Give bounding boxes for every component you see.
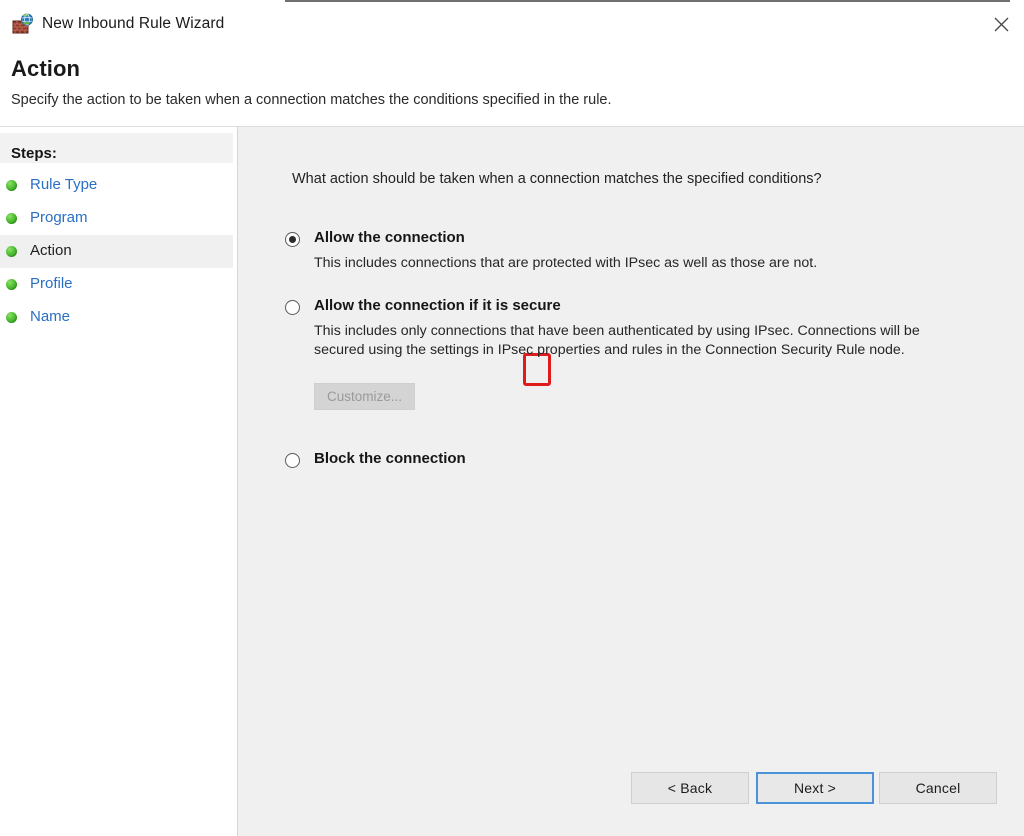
sidebar-item-name[interactable]: Name (0, 301, 233, 334)
title-bar: New Inbound Rule Wizard (0, 2, 1024, 46)
wizard-footer: < Back Next > Cancel (238, 772, 1024, 812)
steps-list: Rule Type Program Action Profile Name (0, 169, 237, 334)
radio-allow-if-secure[interactable] (285, 300, 300, 315)
page-subtitle: Specify the action to be taken when a co… (11, 92, 612, 108)
sidebar-item-label: Action (30, 242, 72, 259)
wizard-window: New Inbound Rule Wizard Action Specify t… (0, 0, 1024, 836)
sidebar-item-action[interactable]: Action (0, 235, 233, 268)
customize-button[interactable]: Customize... (314, 383, 415, 410)
option-title: Allow the connection if it is secure (314, 297, 561, 314)
page-title: Action (11, 56, 81, 81)
sidebar-item-label: Rule Type (30, 176, 98, 193)
steps-header: Steps: (0, 133, 233, 163)
firewall-globe-icon (12, 13, 34, 35)
back-button[interactable]: < Back (631, 772, 749, 804)
radio-block-the-connection[interactable] (285, 453, 300, 468)
step-bullet-icon (6, 312, 17, 323)
sidebar-item-program[interactable]: Program (0, 202, 233, 235)
steps-header-label: Steps: (11, 145, 57, 162)
page-header: Action Specify the action to be taken wh… (0, 46, 1024, 126)
step-bullet-icon (6, 180, 17, 191)
radio-allow-the-connection[interactable] (285, 232, 300, 247)
step-bullet-icon (6, 246, 17, 257)
sidebar-item-rule-type[interactable]: Rule Type (0, 169, 233, 202)
cancel-button[interactable]: Cancel (879, 772, 997, 804)
steps-sidebar: Steps: Rule Type Program Action Profile (0, 127, 237, 836)
action-prompt: What action should be taken when a conne… (292, 171, 822, 187)
close-button[interactable] (978, 2, 1024, 46)
sidebar-item-label: Program (30, 209, 88, 226)
main-content-pane: What action should be taken when a conne… (238, 127, 1024, 836)
sidebar-item-label: Name (30, 308, 71, 325)
next-button[interactable]: Next > (756, 772, 874, 804)
close-icon (994, 17, 1009, 32)
step-bullet-icon (6, 279, 17, 290)
option-description: This includes only connections that have… (314, 323, 920, 358)
option-title: Block the connection (314, 450, 466, 467)
option-description: This includes connections that are prote… (314, 255, 818, 271)
sidebar-item-profile[interactable]: Profile (0, 268, 233, 301)
window-title: New Inbound Rule Wizard (42, 15, 225, 32)
sidebar-item-label: Profile (30, 275, 73, 292)
option-title: Allow the connection (314, 229, 465, 246)
step-bullet-icon (6, 213, 17, 224)
